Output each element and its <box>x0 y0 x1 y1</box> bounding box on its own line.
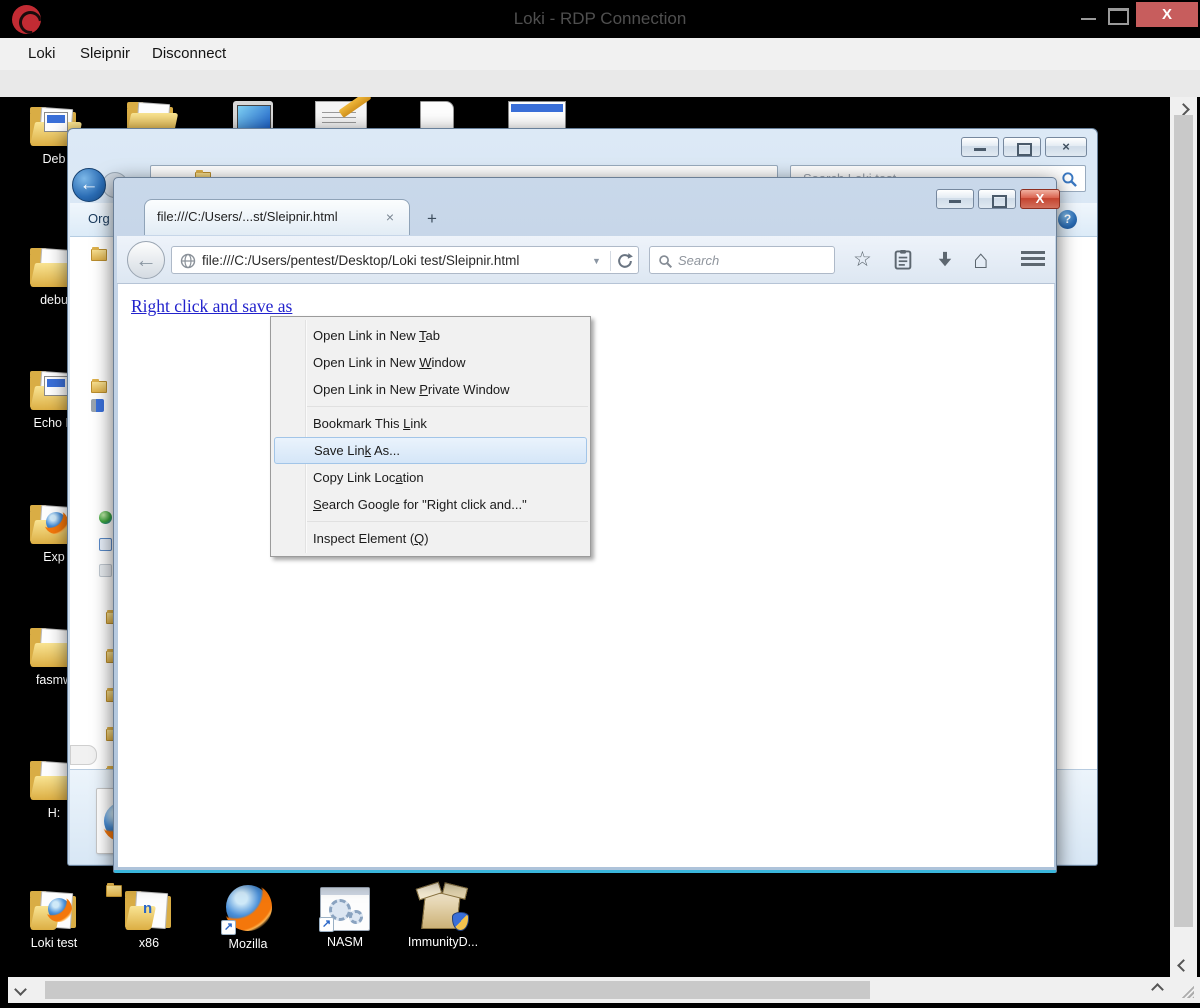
desktop-icon-label: x86 <box>109 936 189 950</box>
page-link[interactable]: Right click and save as <box>131 296 292 317</box>
file-folder-icon[interactable] <box>106 885 122 897</box>
bookmark-star-icon[interactable]: ☆ <box>853 247 872 272</box>
file-folder-icon[interactable] <box>91 249 107 261</box>
desktop-icon-mozilla[interactable]: ↗ Mozilla <box>208 883 288 951</box>
desktop-icon-loki-test[interactable]: Loki test <box>12 888 96 950</box>
window-title: Loki - RDP Connection <box>0 9 1200 29</box>
desktop-icon-label: Mozilla <box>208 937 288 951</box>
menu-item-search-google[interactable]: Search Google for "Right click and..." <box>271 491 590 518</box>
horizontal-scrollbar-thumb[interactable] <box>45 981 870 999</box>
new-tab-button[interactable]: + <box>420 208 444 230</box>
file-folder-icon[interactable] <box>91 381 107 393</box>
divider <box>610 251 611 271</box>
rdp-menubar: Loki Sleipnir Disconnect <box>0 38 1200 70</box>
search-input[interactable] <box>678 247 828 273</box>
shortcut-arrow-icon: ↗ <box>221 920 236 935</box>
close-button[interactable]: X <box>1136 2 1198 27</box>
search-box[interactable] <box>649 246 835 274</box>
vertical-scrollbar[interactable] <box>1170 97 1197 977</box>
minimize-button[interactable] <box>1076 2 1102 27</box>
desktop-icon-nasm[interactable]: ↗ NASM <box>305 887 385 949</box>
home-icon[interactable]: ⌂ <box>973 244 989 275</box>
remote-desktop: Deb debu Echo N Exp fasmw H: Loki test n <box>8 97 1170 977</box>
tab-title: file:///C:/Users/...st/Sleipnir.html <box>157 209 375 224</box>
desktop-icon-computer[interactable] <box>233 101 273 131</box>
menu-item-bookmark-this-link[interactable]: Bookmark This Link <box>271 410 590 437</box>
help-icon[interactable]: ? <box>1058 210 1077 229</box>
file-icon[interactable] <box>99 564 112 577</box>
organize-button[interactable]: Org <box>88 211 110 226</box>
back-button[interactable]: ← <box>127 241 165 279</box>
toolbar-strip <box>0 70 1200 97</box>
menu-item-inspect-element[interactable]: Inspect Element (Q) <box>271 525 590 552</box>
scroll-left-icon[interactable] <box>14 983 27 996</box>
menu-separator <box>307 406 588 407</box>
file-device-icon[interactable] <box>91 399 104 412</box>
browser-tab[interactable]: file:///C:/Users/...st/Sleipnir.html × <box>144 199 410 235</box>
downloads-icon[interactable] <box>935 249 955 271</box>
firefox-close-button[interactable]: X <box>1020 189 1060 209</box>
menu-item-copy-link-location[interactable]: Copy Link Location <box>271 464 590 491</box>
url-bar[interactable]: ▼ <box>171 246 639 274</box>
explorer-maximize-button[interactable] <box>1003 137 1041 157</box>
menu-disconnect[interactable]: Disconnect <box>152 38 226 70</box>
horizontal-scrollbar[interactable] <box>8 977 1170 1003</box>
resize-grip-icon <box>1178 982 1194 998</box>
desktop-icon-document[interactable] <box>420 101 454 131</box>
hamburger-menu-icon[interactable] <box>1021 251 1045 269</box>
menu-separator <box>307 521 588 522</box>
explorer-hscroll-thumb[interactable] <box>70 745 97 765</box>
rdp-titlebar: Loki - RDP Connection X <box>0 0 1200 38</box>
search-icon <box>658 254 673 269</box>
url-dropdown-icon[interactable]: ▼ <box>592 256 601 266</box>
context-menu: Open Link in New Tab Open Link in New Wi… <box>270 316 591 557</box>
explorer-back-button[interactable]: ← <box>72 168 106 202</box>
menu-loki[interactable]: Loki <box>28 38 56 70</box>
desktop-icon-x86[interactable]: n x86 <box>109 888 189 950</box>
tab-close-icon[interactable]: × <box>381 208 399 226</box>
menu-item-open-new-tab[interactable]: Open Link in New Tab <box>271 322 590 349</box>
scroll-right-icon[interactable] <box>1151 983 1164 996</box>
search-icon <box>1061 171 1078 188</box>
shield-icon <box>452 912 469 931</box>
desktop-icon-app-window[interactable] <box>508 101 566 131</box>
scroll-up-icon[interactable] <box>1177 103 1190 116</box>
menu-sleipnir[interactable]: Sleipnir <box>80 38 130 70</box>
desktop-icon-immunity[interactable]: ImmunityD... <box>395 885 491 949</box>
firefox-navbar: ← ▼ ☆ ⌂ <box>117 236 1055 284</box>
explorer-minimize-button[interactable] <box>961 137 999 157</box>
firefox-maximize-button[interactable] <box>978 189 1016 209</box>
shortcut-arrow-icon: ↗ <box>319 917 334 932</box>
resize-corner[interactable] <box>1170 977 1200 1003</box>
vertical-scrollbar-thumb[interactable] <box>1174 115 1193 927</box>
url-input[interactable] <box>202 247 582 273</box>
desktop-icon-label: Loki test <box>12 936 96 950</box>
desktop-icon-label: NASM <box>305 935 385 949</box>
menu-item-open-new-private-window[interactable]: Open Link in New Private Window <box>271 376 590 403</box>
globe-icon <box>180 253 196 269</box>
file-doc-icon[interactable] <box>99 538 112 551</box>
reading-list-icon[interactable] <box>893 249 913 271</box>
explorer-close-button[interactable]: × <box>1045 137 1087 157</box>
scroll-down-icon[interactable] <box>1177 959 1190 972</box>
maximize-button[interactable] <box>1104 2 1130 27</box>
menu-item-save-link-as[interactable]: Save Link As... <box>274 437 587 464</box>
menu-item-open-new-window[interactable]: Open Link in New Window <box>271 349 590 376</box>
file-html-icon[interactable] <box>99 511 112 524</box>
desktop-icon-label: ImmunityD... <box>395 935 491 949</box>
firefox-minimize-button[interactable] <box>936 189 974 209</box>
reload-icon[interactable] <box>616 252 634 270</box>
desktop-icon-notepad[interactable] <box>315 101 367 131</box>
